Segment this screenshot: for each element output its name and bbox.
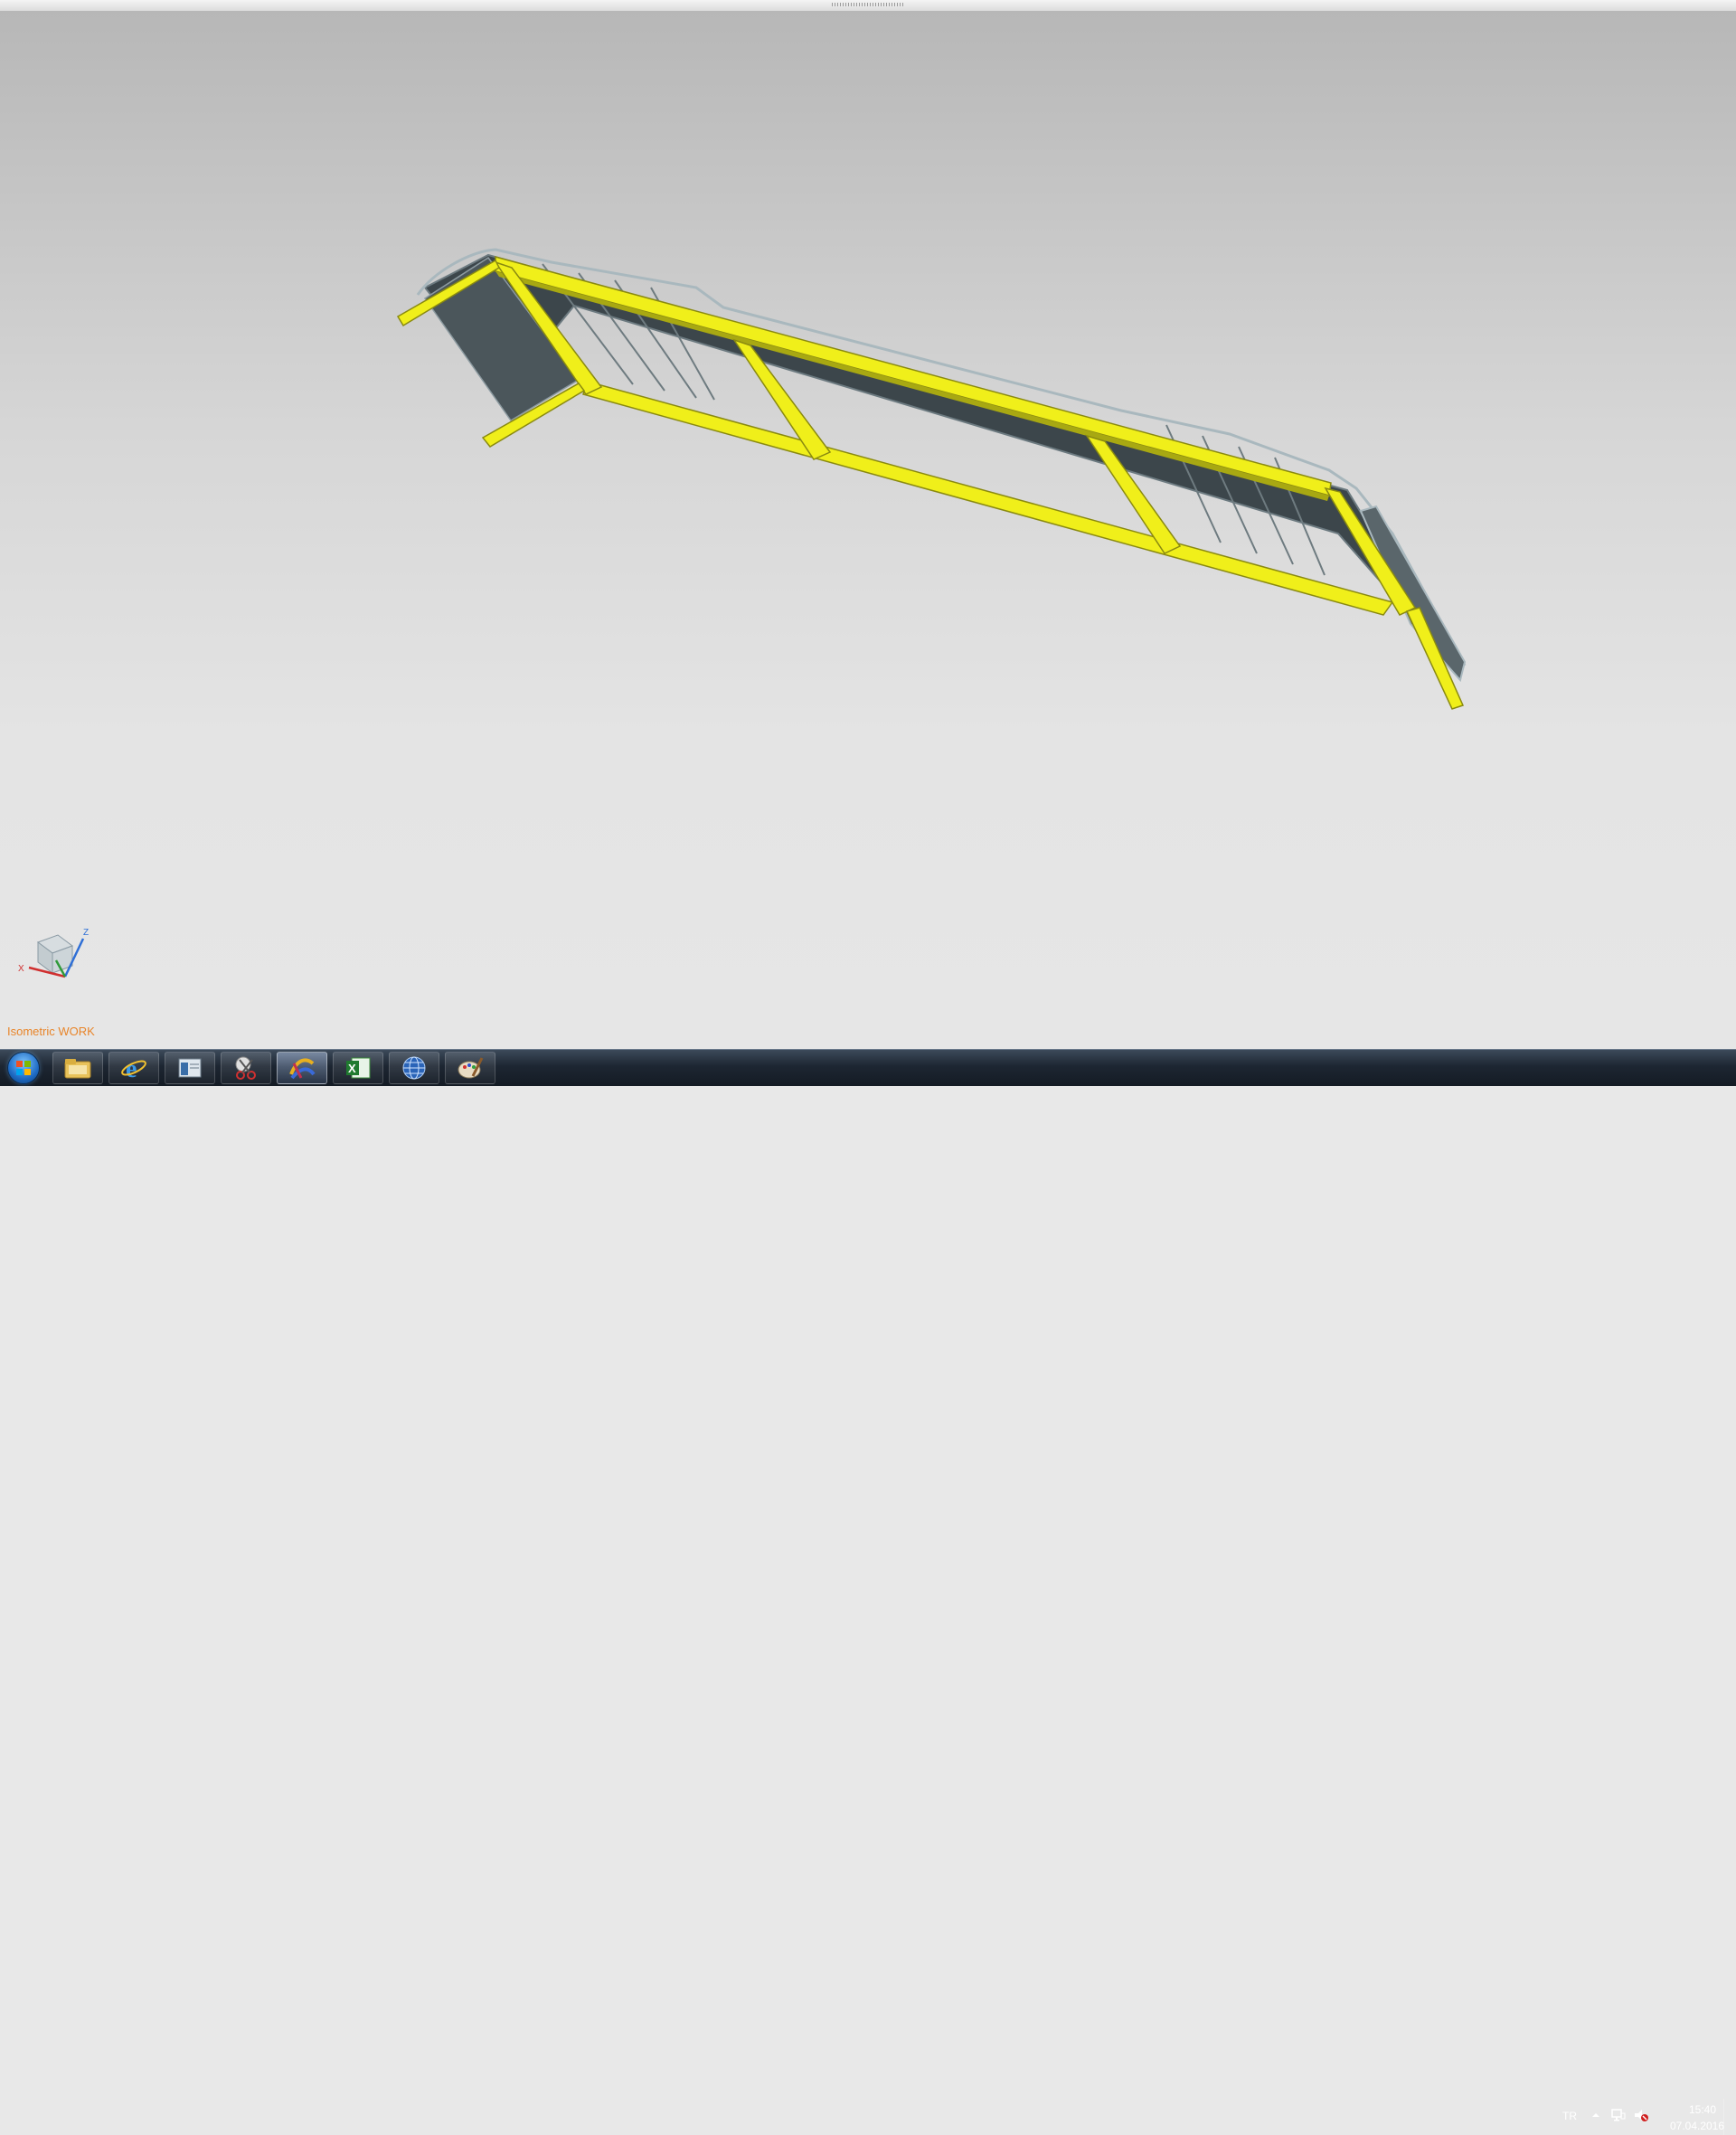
network-tray[interactable] [1611,2108,1626,2127]
svg-text:X: X [348,1062,356,1075]
splitter-grip[interactable] [832,3,904,6]
coordinate-triad: Z X [18,928,89,978]
panel-body [423,253,1461,677]
start-button[interactable] [2,1051,45,1085]
taskbar-window[interactable] [165,1052,215,1084]
input-language[interactable]: TR [1562,2110,1577,2122]
taskbar-windows-explorer[interactable] [52,1052,103,1084]
taskbar-nx[interactable] [277,1052,327,1084]
taskbar: e X TR 15:40 07.04.2016 [0,1049,1736,2135]
panel-top-edge [416,248,1467,666]
graphics-viewport[interactable]: Z X [0,11,1736,1049]
taskbar-excel[interactable]: X [333,1052,383,1084]
taskbar-globe-app[interactable] [389,1052,439,1084]
taskbar-paint[interactable] [445,1052,495,1084]
clock-time[interactable]: 15:40 [1678,2103,1727,2116]
network-icon [1611,2109,1626,2121]
globe-icon [402,1056,426,1080]
windows-logo-icon [8,1053,39,1083]
chevron-up-icon [1592,2113,1599,2117]
svg-text:e: e [126,1055,137,1082]
speaker-muted-icon [1635,2110,1648,2121]
show-hidden-icons-button[interactable] [1591,2108,1600,2124]
taskbar-internet-explorer[interactable]: e [108,1052,159,1084]
volume-tray[interactable] [1633,2108,1649,2127]
triad-x-label: X [18,964,24,974]
clock-date[interactable]: 07.04.2016 [1662,2120,1732,2132]
nx-icon [289,1058,316,1080]
frame-top-rail-side [495,271,1329,501]
excel-icon: X [346,1057,371,1079]
triad-z-label: Z [83,928,89,938]
view-name-label: Isometric WORK [7,1025,95,1038]
folder-icon [64,1059,91,1079]
taskbar-snipping-tool[interactable] [221,1052,271,1084]
panel-right-flange [1359,505,1467,683]
show-desktop-button[interactable] [1723,2099,1736,2135]
scissors-icon [235,1056,256,1080]
frame-top-rail [495,256,1332,496]
window-icon [178,1058,202,1078]
paint-icon [458,1057,484,1079]
triad-cube-icon [36,934,74,974]
internet-explorer-icon: e [121,1055,146,1082]
cad-model[interactable] [0,11,1736,1049]
